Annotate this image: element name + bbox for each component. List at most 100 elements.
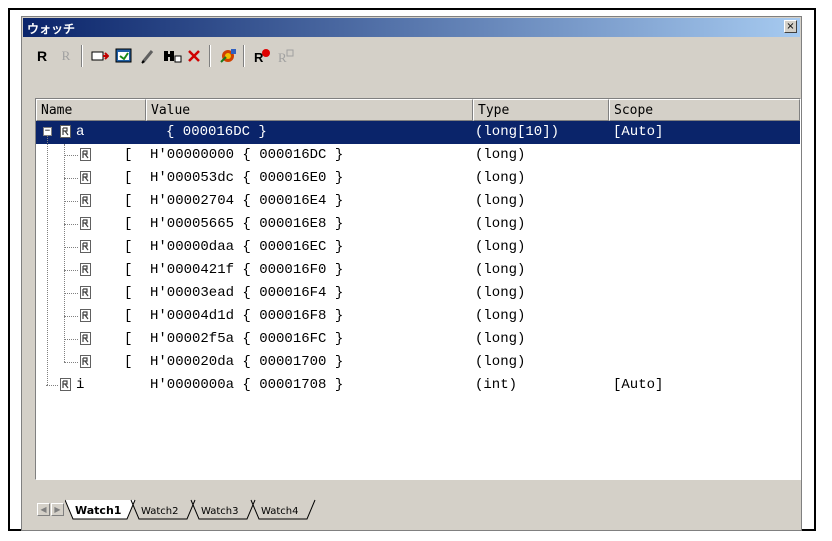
row-name: i bbox=[76, 377, 85, 393]
variable-icon bbox=[80, 309, 91, 322]
r-disabled-icon[interactable]: R bbox=[55, 46, 77, 66]
column-header-scope[interactable]: Scope bbox=[609, 99, 800, 121]
table-row[interactable]: [ H'00002f5a { 000016FC } (long) bbox=[36, 328, 800, 351]
row-type: (long) bbox=[475, 285, 526, 301]
row-index-bracket: [ bbox=[124, 147, 133, 163]
row-index-bracket: [ bbox=[124, 193, 133, 209]
tab-watch4[interactable]: Watch4 bbox=[261, 506, 299, 517]
svg-text:R: R bbox=[278, 50, 287, 64]
tree-connector bbox=[64, 155, 78, 156]
row-type: (long) bbox=[475, 147, 526, 163]
add-watch-icon[interactable] bbox=[89, 46, 111, 66]
table-row[interactable]: [ H'00000000 { 000016DC } (long) bbox=[36, 144, 800, 167]
row-type: (long) bbox=[475, 308, 526, 324]
row-value[interactable]: H'00002f5a { 000016FC } bbox=[150, 331, 343, 347]
edit-pencil-icon[interactable] bbox=[137, 46, 159, 66]
tree-connector bbox=[64, 247, 78, 248]
row-value[interactable]: H'00005665 { 000016E8 } bbox=[150, 216, 343, 232]
column-header-name[interactable]: Name bbox=[36, 99, 146, 121]
tab-scroll-left-icon[interactable]: ◀ bbox=[37, 503, 50, 516]
tree-connector bbox=[64, 339, 78, 340]
row-index-bracket: [ bbox=[124, 262, 133, 278]
window-title: ウォッチ bbox=[27, 22, 76, 36]
tree-connector bbox=[64, 178, 78, 179]
refresh-icon[interactable] bbox=[113, 46, 135, 66]
row-value[interactable]: H'00002704 { 000016E4 } bbox=[150, 193, 343, 209]
row-value[interactable]: { 000016DC } bbox=[166, 124, 267, 140]
variable-icon bbox=[80, 148, 91, 161]
row-type: (long) bbox=[475, 216, 526, 232]
row-scope: [Auto] bbox=[613, 124, 664, 140]
variable-icon bbox=[80, 332, 91, 345]
tree-expander[interactable]: − bbox=[43, 127, 52, 136]
variable-icon bbox=[80, 194, 91, 207]
toolbar-separator bbox=[81, 45, 83, 67]
column-header-type[interactable]: Type bbox=[473, 99, 609, 121]
r-bold-icon[interactable]: R bbox=[31, 46, 53, 66]
column-header-value[interactable]: Value bbox=[146, 99, 473, 121]
tab-scroll-right-icon[interactable]: ▶ bbox=[51, 503, 64, 516]
row-index-bracket: [ bbox=[124, 354, 133, 370]
row-value[interactable]: H'0000421f { 000016F0 } bbox=[150, 262, 343, 278]
row-type: (long) bbox=[475, 193, 526, 209]
settings-icon[interactable] bbox=[217, 46, 239, 66]
tab-watch1[interactable]: Watch1 bbox=[75, 504, 121, 517]
row-value[interactable]: H'00000daa { 000016EC } bbox=[150, 239, 343, 255]
row-index-bracket: [ bbox=[124, 331, 133, 347]
row-value[interactable]: H'0000000a { 00001708 } bbox=[150, 377, 343, 393]
row-type: (long) bbox=[475, 354, 526, 370]
row-index-bracket: [ bbox=[124, 216, 133, 232]
variable-icon bbox=[80, 286, 91, 299]
table-row[interactable]: [H'00004d1d { 000016F8 } (long) bbox=[36, 305, 800, 328]
toolbar-separator bbox=[209, 45, 211, 67]
table-row[interactable]: [ H'000053dc { 000016E0 } (long) bbox=[36, 167, 800, 190]
row-scope: [Auto] bbox=[613, 377, 664, 393]
record-disabled-icon[interactable]: R bbox=[275, 46, 297, 66]
tree-connector bbox=[64, 201, 78, 202]
tree-connector bbox=[64, 270, 78, 271]
find-icon[interactable] bbox=[161, 46, 183, 66]
tree-connector bbox=[64, 293, 78, 294]
table-row[interactable]: i H'0000000a { 00001708 } (int) [Auto] bbox=[36, 374, 800, 397]
close-button[interactable]: × bbox=[784, 20, 797, 33]
row-type: (long) bbox=[475, 239, 526, 255]
row-type: (long) bbox=[475, 170, 526, 186]
watch-grid: Name Value Type Scope − a { 000016DC } (lon… bbox=[35, 98, 801, 480]
table-row[interactable]: − a { 000016DC } (long[10]) [Auto] bbox=[36, 121, 800, 144]
toolbar: R R R R bbox=[23, 37, 800, 71]
table-row[interactable]: [ H'00002704 { 000016E4 } (long) bbox=[36, 190, 800, 213]
variable-icon bbox=[80, 217, 91, 230]
tree-connector bbox=[64, 224, 78, 225]
toolbar-separator bbox=[243, 45, 245, 67]
row-value[interactable]: H'000053dc { 000016E0 } bbox=[150, 170, 343, 186]
tree-connector bbox=[64, 362, 78, 363]
table-row[interactable]: [ H'00005665 { 000016E8 } (long) bbox=[36, 213, 800, 236]
tab-watch2[interactable]: Watch2 bbox=[141, 506, 179, 517]
figure-border: ウォッチ × R R R R Name Value Type Scope − a… bbox=[8, 8, 816, 531]
tab-strip: Watch1 Watch2 Watch3 Watch4 bbox=[65, 499, 316, 520]
row-type: (int) bbox=[475, 377, 518, 393]
row-name: a bbox=[76, 124, 85, 140]
tab-watch3[interactable]: Watch3 bbox=[201, 506, 239, 517]
tree-connector bbox=[46, 385, 58, 386]
table-row[interactable]: [ H'000020da { 00001700 } (long) bbox=[36, 351, 800, 374]
tree-line bbox=[47, 136, 48, 385]
row-type: (long[10]) bbox=[475, 124, 560, 140]
variable-icon bbox=[60, 125, 71, 138]
variable-icon bbox=[80, 171, 91, 184]
row-value[interactable]: H'00004d1d { 000016F8 } bbox=[150, 308, 343, 324]
row-value[interactable]: H'00003ead { 000016F4 } bbox=[150, 285, 343, 301]
row-index-bracket: [ bbox=[124, 285, 133, 301]
record-icon[interactable]: R bbox=[251, 46, 273, 66]
row-value[interactable]: H'000020da { 00001700 } bbox=[150, 354, 343, 370]
row-type: (long) bbox=[475, 262, 526, 278]
table-row[interactable]: [H'00000daa { 000016EC } (long) bbox=[36, 236, 800, 259]
variable-icon bbox=[80, 240, 91, 253]
row-index-bracket: [ bbox=[124, 170, 133, 186]
table-row[interactable]: [ H'00003ead { 000016F4 } (long) bbox=[36, 282, 800, 305]
row-value[interactable]: H'00000000 { 000016DC } bbox=[150, 147, 343, 163]
table-row[interactable]: [ H'0000421f { 000016F0 } (long) bbox=[36, 259, 800, 282]
row-type: (long) bbox=[475, 331, 526, 347]
title-bar[interactable]: ウォッチ × bbox=[23, 18, 800, 37]
delete-x-icon[interactable] bbox=[183, 46, 205, 66]
